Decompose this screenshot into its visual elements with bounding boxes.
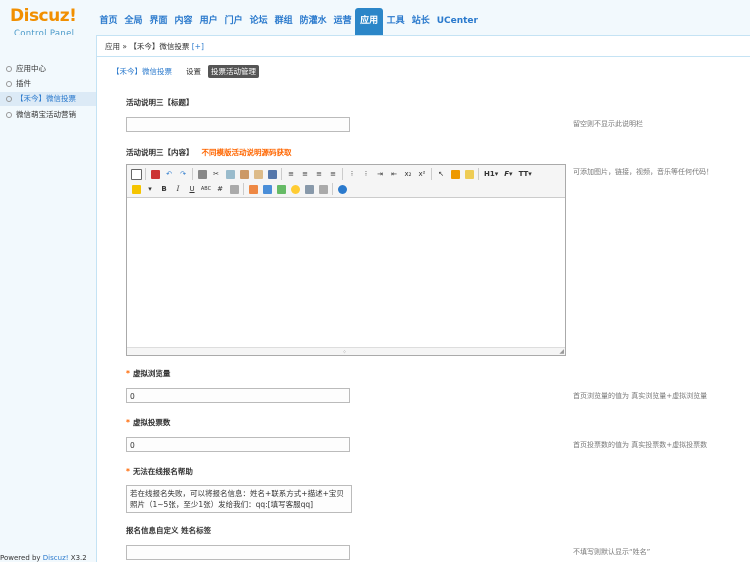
paste-icon[interactable]	[238, 168, 250, 180]
logo-bang: !	[69, 6, 77, 26]
nav-founder[interactable]: 站长	[408, 10, 433, 35]
dropdown-arrow-icon[interactable]: ▾	[144, 183, 156, 195]
outdent-icon[interactable]: ⇤	[388, 168, 400, 180]
image-icon[interactable]	[247, 183, 259, 195]
unlink-icon[interactable]	[317, 183, 329, 195]
virtual-votes-tip: 首页投票数的值为 真实投票数+虚拟投票数	[573, 441, 708, 449]
virtual-views-tip: 首页浏览量的值为 真实浏览量+虚拟浏览量	[573, 392, 708, 400]
rich-text-editor[interactable]: ↶ ↷ ✂ ≡ ≡ ≡ ≡ ⁝ ⁝ ⇥ ⇤ x₂ x² ↖ H1 ▾ F ▾ T…	[126, 164, 566, 356]
select-all-icon[interactable]: ↖	[435, 168, 447, 180]
desc-title-input[interactable]	[126, 117, 350, 132]
flash-icon[interactable]	[261, 183, 273, 195]
sidebar-item-wechat-baby[interactable]: 微信萌宝活动营销	[0, 108, 96, 122]
virtual-votes-label: * 虚拟投票数	[126, 418, 171, 427]
signup-help-label: * 无法在线报名帮助	[126, 467, 193, 476]
new-doc-icon[interactable]	[149, 168, 161, 180]
nav-operation[interactable]: 运营	[330, 10, 355, 35]
desc-title-label: 活动说明三【标题】	[126, 98, 194, 107]
name-label-input[interactable]	[126, 545, 350, 560]
sidebar-item-app-center[interactable]: 应用中心	[0, 62, 96, 76]
tab-settings[interactable]: 设置	[186, 66, 201, 77]
name-label-tip: 不填写则默认显示“姓名”	[573, 548, 651, 556]
clear-format-icon[interactable]	[449, 168, 461, 180]
nav-forum[interactable]: 论坛	[246, 10, 271, 35]
nav-global[interactable]: 全局	[121, 10, 146, 35]
discuz-link[interactable]: Discuz!	[43, 554, 69, 562]
italic-icon[interactable]: I	[172, 183, 184, 195]
align-right-icon[interactable]: ≡	[313, 168, 325, 180]
resize-grip-icon[interactable]: ⁘	[342, 349, 347, 356]
desc-title-tip: 留空则不显示此说明栏	[573, 120, 643, 128]
ordered-list-icon[interactable]: ⁝	[346, 168, 358, 180]
help-icon[interactable]	[336, 183, 348, 195]
nav-home[interactable]: 首页	[96, 10, 121, 35]
superscript-icon[interactable]: x²	[416, 168, 428, 180]
nav-group[interactable]: 群组	[271, 10, 296, 35]
resize-corner-icon[interactable]: ◢	[559, 348, 564, 355]
editor-toolbar: ↶ ↷ ✂ ≡ ≡ ≡ ≡ ⁝ ⁝ ⇥ ⇤ x₂ x² ↖ H1 ▾ F ▾ T…	[127, 165, 565, 198]
nav-antispam[interactable]: 防灌水	[296, 10, 330, 35]
align-justify-icon[interactable]: ≡	[327, 168, 339, 180]
bullet-icon	[6, 112, 12, 118]
template-source-link[interactable]: 不同模版活动说明源码获取	[202, 148, 292, 157]
desc-content-tip: 可添加图片，链接，视频，音乐等任何代码！	[573, 168, 713, 176]
virtual-views-input[interactable]: 0	[126, 388, 350, 403]
print-icon[interactable]	[196, 168, 208, 180]
font-size-dropdown[interactable]: TT ▾	[517, 168, 534, 180]
copy-icon[interactable]	[224, 168, 236, 180]
cut-icon[interactable]: ✂	[210, 168, 222, 180]
nav-ucenter[interactable]: UCenter	[433, 10, 481, 35]
nav-apps[interactable]: 应用	[355, 8, 384, 35]
text-color-icon[interactable]	[130, 183, 142, 195]
nav-user[interactable]: 用户	[196, 10, 221, 35]
underline-icon[interactable]: U	[186, 183, 198, 195]
font-family-dropdown[interactable]: F ▾	[502, 168, 514, 180]
breadcrumb: 应用 » 【禾今】微信投票 [+]	[97, 36, 750, 57]
sidebar-item-wechat-vote[interactable]: 【禾今】微信投票	[0, 92, 96, 106]
nav-portal[interactable]: 门户	[221, 10, 246, 35]
add-shortcut-button[interactable]: [+]	[192, 42, 204, 51]
eraser-icon[interactable]	[228, 183, 240, 195]
media-icon[interactable]	[275, 183, 287, 195]
nav-style[interactable]: 界面	[146, 10, 171, 35]
align-center-icon[interactable]: ≡	[299, 168, 311, 180]
editor-resize-bar[interactable]: ⁘ ◢	[127, 347, 565, 356]
strikethrough-icon[interactable]: ABC	[200, 183, 212, 195]
virtual-views-label: * 虚拟浏览量	[126, 369, 171, 378]
sidebar: 应用中心 插件 【禾今】微信投票 微信萌宝活动营销 Powered by Dis…	[0, 35, 97, 562]
tab-vote-management[interactable]: 投票活动管理	[208, 65, 259, 78]
align-left-icon[interactable]: ≡	[285, 168, 297, 180]
source-icon[interactable]	[130, 168, 142, 180]
undo-icon[interactable]: ↶	[163, 168, 175, 180]
redo-icon[interactable]: ↷	[177, 168, 189, 180]
signup-help-textarea[interactable]: 若在线报名失败，可以将报名信息：姓名+联系方式+描述+宝贝照片（1~5张，至少1…	[126, 485, 352, 513]
breadcrumb-path[interactable]: 应用 » 【禾今】微信投票	[105, 42, 189, 51]
format-painter-icon[interactable]	[463, 168, 475, 180]
nav-tools[interactable]: 工具	[383, 10, 408, 35]
desc-content-label: 活动说明三【内容】 不同模版活动说明源码获取	[126, 148, 292, 157]
paste-text-icon[interactable]	[252, 168, 264, 180]
paste-word-icon[interactable]	[266, 168, 278, 180]
unordered-list-icon[interactable]: ⁝	[360, 168, 372, 180]
nav-content[interactable]: 内容	[171, 10, 196, 35]
sidebar-item-plugins[interactable]: 插件	[0, 77, 96, 91]
logo-brand: Discuz	[10, 6, 70, 26]
heading-dropdown[interactable]: H1 ▾	[482, 168, 500, 180]
emoticon-icon[interactable]	[289, 183, 301, 195]
bullet-icon	[6, 81, 12, 87]
bullet-icon	[6, 96, 12, 102]
table-icon[interactable]: #	[214, 183, 226, 195]
plugin-title[interactable]: 【禾今】微信投票	[112, 66, 172, 77]
top-bar: Discuz! Control Panel 首页 全局 界面 内容 用户 门户 …	[0, 0, 750, 39]
subscript-icon[interactable]: x₂	[402, 168, 414, 180]
bullet-icon	[6, 66, 12, 72]
virtual-votes-input[interactable]: 0	[126, 437, 350, 452]
indent-icon[interactable]: ⇥	[374, 168, 386, 180]
bold-icon[interactable]: B	[158, 183, 170, 195]
link-icon[interactable]	[303, 183, 315, 195]
name-label-label: 报名信息自定义 姓名标签	[126, 526, 212, 535]
main-nav: 首页 全局 界面 内容 用户 门户 论坛 群组 防灌水 运营 应用 工具 站长 …	[96, 8, 481, 35]
powered-by: Powered by Discuz! X3.2	[0, 554, 87, 562]
